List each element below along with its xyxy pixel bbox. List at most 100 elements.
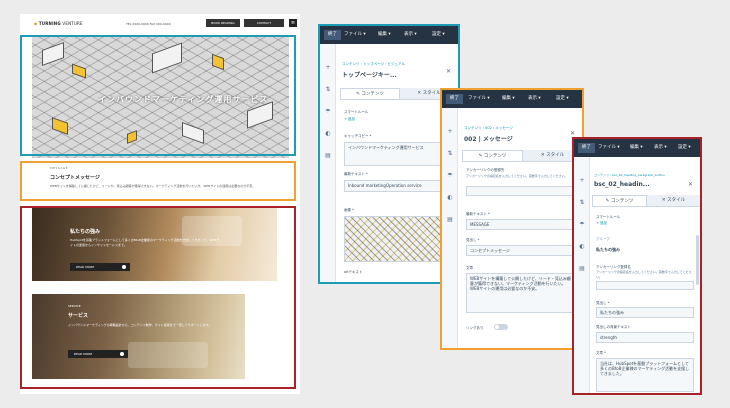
bg-text-label: 見出しの背景テキスト (596, 325, 631, 329)
editor-side-rail: + ⇅ ☂ ◐ ▤ (320, 44, 336, 282)
add-smart-rule-link[interactable]: + 追加 (596, 221, 607, 226)
done-button[interactable]: 終了 (324, 30, 341, 40)
strength-body: HubSpotを基盤プラットフォームとして多くのBtoB企業様のマーケティング活… (70, 238, 220, 247)
link-toggle-label: リンクあり (466, 326, 484, 330)
iso-illustration (152, 42, 182, 74)
anchor-link-help: アンカーリンクの指定名を入力してください。英数字で入力してください。 (466, 174, 568, 178)
breadcrumb[interactable]: コンテンツ › 002 › メッセージ (464, 126, 513, 131)
strength-read-more-button[interactable]: READ MORE (70, 263, 130, 271)
optimize-icon[interactable]: ☂ (324, 108, 332, 116)
settings-menu[interactable]: 設定 ▾ (678, 143, 691, 153)
hamburger-icon[interactable]: ≡ (289, 19, 297, 27)
add-module-icon[interactable]: + (446, 128, 454, 136)
hero-text: インバウンドマーケティング運用サービス (98, 95, 269, 104)
bg-text-label: 最新テキスト * (344, 172, 368, 176)
editor-panel-heading: 終了 ファイル ▾ 編集 ▾ 表示 ▾ 設定 ▾ + ⇅ ☂ ◐ ▤ コンテンツ… (572, 137, 702, 395)
sort-icon[interactable]: ⇅ (324, 86, 332, 94)
optimize-icon[interactable]: ☂ (446, 172, 454, 180)
service-body: インバウンドマーケティングの戦略設計から、コンテンツ制作、サイト運用まで一貫して… (68, 323, 212, 327)
smart-rule-label: スマートルール (596, 215, 621, 219)
code-icon[interactable]: ▤ (446, 216, 454, 224)
tab-content[interactable]: ✎ コンテンツ (462, 150, 523, 161)
file-menu[interactable]: ファイル ▾ (598, 143, 620, 153)
view-menu[interactable]: 表示 ▾ (654, 143, 667, 153)
iso-illustration (42, 41, 64, 67)
message-body: WEBサイトを構築して公開したけど、リードや、見込み顧客が獲得できない。マーケテ… (50, 184, 256, 188)
keyboard-shape (128, 342, 208, 368)
service-label: SERVICE (68, 304, 81, 308)
link-toggle[interactable] (494, 324, 508, 330)
sort-icon[interactable]: ⇅ (446, 150, 454, 158)
alt-text-label: altテキスト (344, 270, 363, 274)
contact-button[interactable]: CONTACT (244, 19, 284, 27)
heading-label: 見出し * (596, 301, 610, 305)
group-item-title[interactable]: 私たちの強み (596, 247, 620, 253)
service-section: SERVICE サービス インバウンドマーケティングの戦略設計から、コンテンツ制… (32, 294, 245, 379)
tab-content[interactable]: ✎ コンテンツ (340, 88, 400, 99)
settings-menu[interactable]: 設定 ▾ (556, 94, 569, 104)
editor-side-rail: + ⇅ ☂ ◐ ▤ (574, 157, 590, 393)
edit-menu[interactable]: 編集 ▾ (502, 94, 515, 104)
file-menu[interactable]: ファイル ▾ (344, 30, 366, 40)
editor-side-rail: + ⇅ ☂ ◐ ▤ (442, 108, 458, 348)
file-menu[interactable]: ファイル ▾ (468, 94, 490, 104)
optimize-icon[interactable]: ☂ (578, 221, 586, 229)
strength-section: 私たちの強み HubSpotを基盤プラットフォームとして多くのBtoB企業様のマ… (32, 206, 277, 281)
add-smart-rule-link[interactable]: + 追加 (344, 117, 355, 122)
settings-menu[interactable]: 設定 ▾ (432, 30, 445, 40)
anchor-link-field[interactable] (596, 281, 694, 290)
code-icon[interactable]: ▤ (324, 152, 332, 160)
site-logo[interactable]: ◆ TURNING VENTURE (34, 21, 83, 26)
panel-title: 002 | メッセージ (464, 136, 513, 143)
add-module-icon[interactable]: + (578, 177, 586, 185)
close-icon[interactable]: ✕ (570, 130, 575, 137)
message-label: MESSAGE (50, 166, 69, 170)
anchor-link-field[interactable] (466, 186, 578, 196)
catch-copy-label: キャッチコピー * (344, 134, 372, 138)
editor-toolbar: 終了 ファイル ▾ 編集 ▾ 表示 ▾ 設定 ▾ (320, 26, 458, 44)
breadcrumb[interactable]: コンテンツ › トップページ・ビジュアル (342, 62, 405, 67)
view-menu[interactable]: 表示 ▾ (404, 30, 417, 40)
heading-field[interactable]: 私たちの強み (596, 307, 694, 318)
anchor-link-label: アンカーリンクの登録先 (466, 168, 505, 172)
breadcrumb[interactable]: コンテンツ › bsc_02_heading_paragraph_button (594, 173, 665, 177)
panel-scrollbar[interactable] (696, 235, 699, 285)
smart-rule-label: スマートルール (344, 110, 369, 114)
code-icon[interactable]: ▤ (578, 265, 586, 273)
hero-section: インバウンドマーケティング運用サービス (32, 36, 289, 158)
book-reading-button[interactable]: BOOK READING (206, 19, 240, 27)
body-field[interactable]: WEBサイトを構築して公開したけど、リード・見込み顧客が獲得できない。マーケティ… (466, 273, 578, 313)
done-button[interactable]: 終了 (446, 94, 463, 104)
iso-illustration (52, 117, 68, 135)
tab-content[interactable]: ✎ コンテンツ (592, 195, 647, 206)
edit-menu[interactable]: 編集 ▾ (630, 143, 643, 153)
close-icon[interactable]: ✕ (446, 68, 451, 75)
sort-icon[interactable]: ⇅ (578, 199, 586, 207)
design-icon[interactable]: ◐ (578, 243, 586, 251)
editor-toolbar: 終了 ファイル ▾ 編集 ▾ 表示 ▾ 設定 ▾ (574, 139, 700, 157)
bg-text-field[interactable]: MESSAGE (466, 219, 578, 230)
service-read-more-button[interactable]: READ MORE (68, 350, 128, 358)
iso-illustration (72, 63, 86, 79)
anchor-link-help: アンカーリンクの指定名を入力してください。英数字で入力してください。 (596, 270, 692, 279)
panel-tabs: ✎ コンテンツ ✕ スタイル (462, 150, 582, 162)
panel-title: bsc_02_headin... (594, 181, 650, 188)
edit-menu[interactable]: 編集 ▾ (378, 30, 391, 40)
editor-toolbar: 終了 ファイル ▾ 編集 ▾ 表示 ▾ 設定 ▾ (442, 90, 582, 108)
add-module-icon[interactable]: + (324, 64, 332, 72)
bg-text-label: 最新テキスト * (466, 212, 490, 216)
editor-panel-message: 終了 ファイル ▾ 編集 ▾ 表示 ▾ 設定 ▾ + ⇅ ☂ ◐ ▤ コンテンツ… (440, 88, 584, 350)
editor-panel-topvisual: 終了 ファイル ▾ 編集 ▾ 表示 ▾ 設定 ▾ + ⇅ ☂ ◐ ▤ コンテンツ… (318, 24, 460, 284)
heading-field[interactable]: コンセプトメッセージ (466, 245, 578, 256)
body-field[interactable]: 当社は、HubSpotを基盤プラットフォームとして多くのBtoB企業様のマーケテ… (596, 358, 694, 392)
design-icon[interactable]: ◐ (446, 194, 454, 202)
done-button[interactable]: 終了 (578, 143, 595, 153)
group-label: グループ (596, 237, 610, 241)
panel-title: トップページキー... (342, 72, 397, 79)
design-icon[interactable]: ◐ (324, 130, 332, 138)
close-icon[interactable]: ✕ (688, 181, 693, 188)
body-label: 文章 * (596, 351, 606, 355)
view-menu[interactable]: 表示 ▾ (528, 94, 541, 104)
bg-text-field[interactable]: strength (596, 332, 694, 343)
tab-style[interactable]: ✕ スタイル (647, 195, 700, 206)
